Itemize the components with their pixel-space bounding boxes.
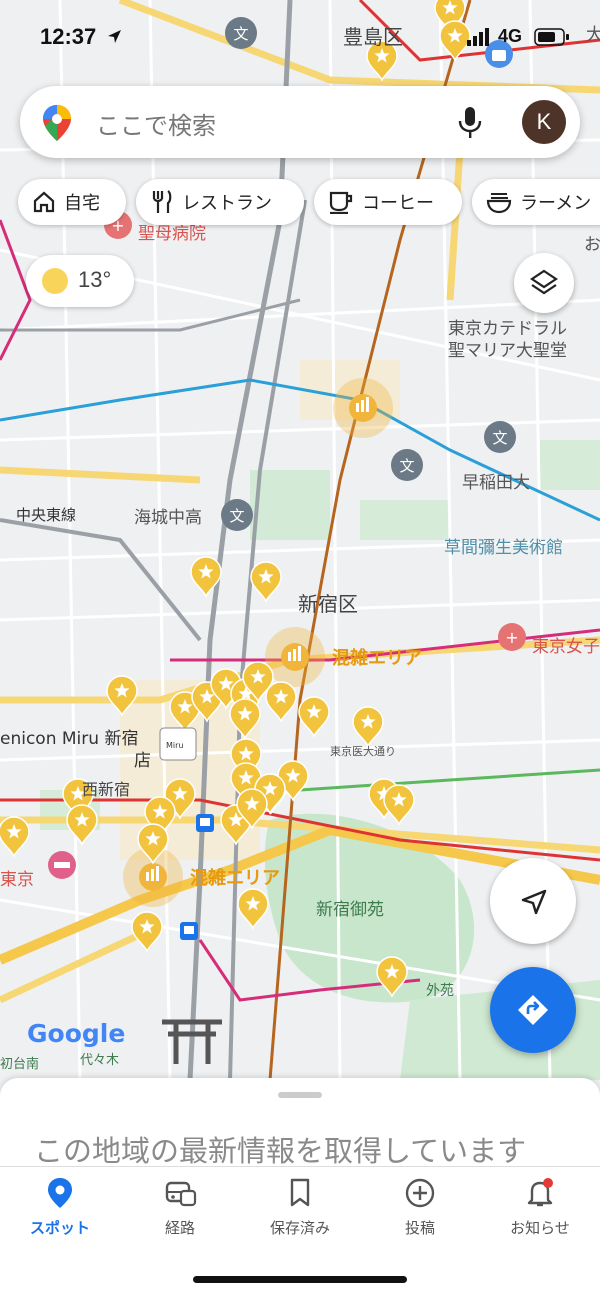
sheet-handle[interactable] bbox=[278, 1092, 322, 1098]
area-label: 外苑 bbox=[426, 983, 454, 999]
my-location-button[interactable] bbox=[490, 858, 576, 944]
weather-badge[interactable]: 13° bbox=[26, 255, 134, 307]
home-icon bbox=[33, 191, 55, 213]
search-input[interactable]: ここで検索 bbox=[96, 106, 216, 141]
microphone-icon[interactable] bbox=[458, 106, 482, 140]
chip-restaurant[interactable]: レストラン bbox=[136, 179, 304, 225]
nav-label: スポット bbox=[29, 1219, 90, 1237]
signal-icon bbox=[467, 28, 489, 46]
nav-label: 投稿 bbox=[404, 1219, 435, 1237]
directions-icon bbox=[518, 995, 548, 1025]
school-icon[interactable]: 文 bbox=[391, 449, 423, 481]
school-icon[interactable]: 文 bbox=[221, 499, 253, 531]
notification-dot bbox=[543, 1178, 553, 1188]
crowd-area-label: 混雑エリア bbox=[332, 647, 422, 669]
poi-label: 東京 bbox=[0, 870, 34, 890]
chip-label: ラーメン bbox=[520, 193, 592, 214]
svg-text:文: 文 bbox=[399, 457, 414, 475]
svg-text:Miru: Miru bbox=[166, 741, 183, 750]
location-arrow-icon bbox=[108, 30, 121, 43]
status-bar: 12:37 4G bbox=[0, 0, 600, 70]
network-type: 4G bbox=[498, 26, 523, 46]
poi-label: 東京カテドラル bbox=[448, 319, 567, 339]
svg-text:文: 文 bbox=[229, 507, 244, 525]
rail-line-label: 中央東線 bbox=[16, 506, 76, 524]
clock: 12:37 bbox=[40, 24, 97, 49]
poi-label: 早稲田大 bbox=[462, 473, 530, 493]
poi-label: 聖母病院 bbox=[138, 224, 206, 244]
park-area bbox=[250, 470, 330, 540]
station-label: 代々木 bbox=[80, 1053, 119, 1068]
battery-icon bbox=[534, 28, 569, 46]
bookmark-icon bbox=[290, 1178, 310, 1207]
poi-label: 聖マリア大聖堂 bbox=[448, 341, 567, 361]
park-area bbox=[540, 440, 600, 490]
poi-label: 店 bbox=[134, 751, 151, 771]
subway-station-icon[interactable] bbox=[180, 922, 198, 940]
chip-label: コーヒー bbox=[362, 193, 434, 214]
svg-text:文: 文 bbox=[492, 429, 507, 447]
chip-ramen[interactable]: ラーメン bbox=[472, 179, 600, 225]
poi-label: 草間彌生美術館 bbox=[444, 538, 563, 558]
area-label: 初台南 bbox=[0, 1056, 39, 1072]
poi-label: 海城中高 bbox=[134, 508, 202, 528]
navigation-arrow-icon bbox=[521, 889, 547, 915]
crowd-area-marker[interactable] bbox=[333, 378, 393, 438]
google-maps-logo-icon bbox=[43, 105, 71, 141]
layers-button[interactable] bbox=[514, 253, 574, 313]
coffee-icon bbox=[329, 191, 353, 214]
search-bar[interactable]: ここで検索 K bbox=[20, 86, 580, 158]
chip-coffee[interactable]: コーヒー bbox=[314, 179, 462, 225]
area-label: お bbox=[584, 235, 600, 255]
nav-saved[interactable]: 保存済み bbox=[240, 1177, 360, 1238]
hospital-icon[interactable]: + bbox=[498, 623, 526, 651]
chip-label: レストラン bbox=[182, 193, 272, 214]
crowd-area-label: 混雑エリア bbox=[190, 867, 280, 889]
area-label: 西新宿 bbox=[82, 780, 130, 799]
add-circle-icon bbox=[405, 1178, 435, 1208]
nav-label: 保存済み bbox=[269, 1219, 330, 1237]
poi-label: 東京女子 bbox=[532, 637, 600, 657]
temperature: 13° bbox=[78, 267, 112, 292]
nav-explore[interactable]: スポット bbox=[0, 1177, 120, 1238]
nav-updates[interactable]: お知らせ bbox=[480, 1177, 600, 1238]
bell-icon bbox=[527, 1178, 553, 1207]
avatar[interactable]: K bbox=[522, 100, 566, 144]
subway-station-icon[interactable] bbox=[196, 814, 214, 832]
nav-label: お知らせ bbox=[510, 1219, 570, 1237]
nav-label: 経路 bbox=[164, 1219, 195, 1237]
restaurant-icon bbox=[152, 190, 172, 213]
park-area bbox=[360, 500, 450, 540]
sheet-message: この地域の最新情報を取得しています bbox=[34, 1134, 527, 1168]
district-label: 新宿区 bbox=[298, 592, 358, 616]
svg-text:+: + bbox=[505, 628, 518, 647]
park-label: 新宿御苑 bbox=[316, 900, 384, 920]
home-indicator bbox=[193, 1276, 407, 1283]
directions-button[interactable] bbox=[490, 967, 576, 1053]
chip-home[interactable]: 自宅 bbox=[18, 179, 126, 225]
google-logo: Google bbox=[27, 1019, 125, 1048]
street-label: 東京医大通り bbox=[330, 744, 396, 758]
commute-icon bbox=[165, 1181, 197, 1207]
sun-icon bbox=[42, 268, 68, 294]
store-sign: Miru bbox=[159, 727, 197, 761]
crowd-area-marker[interactable] bbox=[265, 627, 325, 687]
chip-label: 自宅 bbox=[64, 193, 100, 214]
nav-contribute[interactable]: 投稿 bbox=[360, 1177, 480, 1238]
poi-label: enicon Miru 新宿 bbox=[0, 729, 138, 749]
location-pin-icon bbox=[48, 1178, 72, 1208]
ramen-icon bbox=[486, 193, 512, 214]
explore-sheet[interactable]: この地域の最新情報を取得しています bbox=[0, 1078, 600, 1168]
nav-commute[interactable]: 経路 bbox=[120, 1177, 240, 1238]
layers-icon bbox=[530, 269, 558, 295]
school-icon[interactable]: 文 bbox=[484, 421, 516, 453]
hotel-icon[interactable] bbox=[48, 851, 76, 879]
